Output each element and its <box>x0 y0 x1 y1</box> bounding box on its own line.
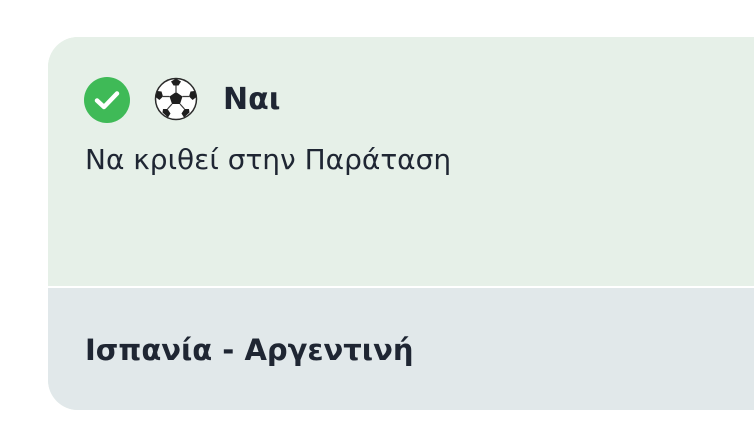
selection-section: Ναι Να κριθεί στην Παράταση <box>48 37 754 286</box>
check-circle-icon <box>84 77 130 123</box>
selection-title: Ναι <box>223 82 281 117</box>
event-section: Ισπανία - Αργεντινή <box>48 288 754 410</box>
market-name: Να κριθεί στην Παράταση <box>85 143 452 176</box>
event-name: Ισπανία - Αργεντινή <box>85 333 414 367</box>
soccer-ball-icon <box>154 77 198 121</box>
bet-selection-card[interactable]: Ναι Να κριθεί στην Παράταση Ισπανία - Αρ… <box>48 37 754 410</box>
